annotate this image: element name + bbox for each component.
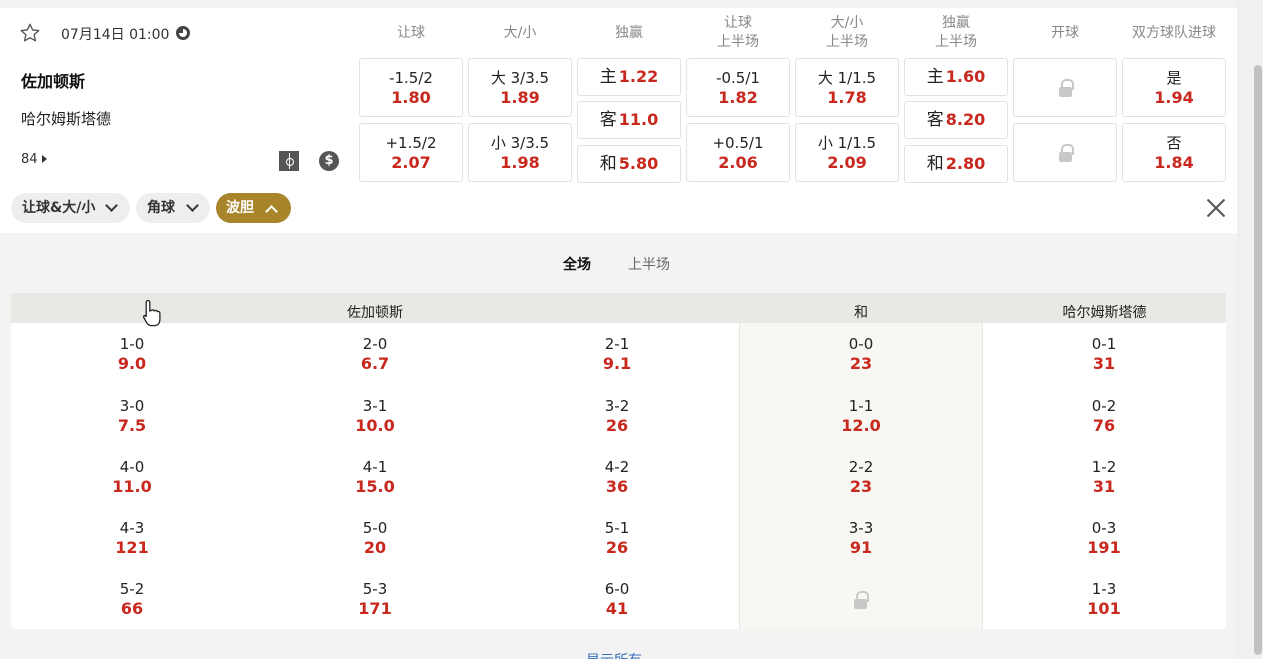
chevron-up-icon	[265, 205, 278, 218]
score-option[interactable]: 2-0 6.7	[315, 335, 435, 374]
score-option[interactable]: 4-1 15.0	[315, 458, 435, 497]
score-option[interactable]: 1-1 12.0	[801, 397, 921, 436]
score-option[interactable]: 0-3 191	[1044, 519, 1164, 558]
score-option[interactable]: 3-1 10.0	[315, 397, 435, 436]
score-option[interactable]: 4-3 121	[72, 519, 192, 558]
odds-button[interactable]: +1.5/2 2.07	[359, 123, 463, 182]
grid-header-away: 哈尔姆斯塔德	[1062, 305, 1147, 321]
score-option[interactable]: 0-1 31	[1044, 335, 1164, 374]
top-divider	[0, 0, 1237, 8]
scrollbar-thumb[interactable]	[1254, 65, 1262, 655]
col-header-handicap: 让球	[397, 25, 425, 41]
score-option[interactable]: 4-2 36	[557, 458, 677, 497]
col-header-kickoff: 开球	[1051, 25, 1079, 41]
home-team-name: 佐加顿斯	[21, 72, 86, 91]
col-header-1x2: 独赢	[615, 25, 643, 41]
score-option[interactable]: 1-2 31	[1044, 458, 1164, 497]
col-header-1x2-h1: 独赢 上半场	[935, 15, 977, 50]
lock-icon	[1059, 79, 1074, 97]
odds-button[interactable]: 否 1.84	[1122, 123, 1226, 182]
odds-button[interactable]: 大 3/3.5 1.89	[468, 58, 572, 117]
close-icon[interactable]	[1206, 198, 1226, 218]
score-option[interactable]: 1-3 101	[1044, 580, 1164, 619]
clock-icon	[176, 26, 190, 40]
score-option[interactable]: 0-0 23	[801, 335, 921, 374]
grid-header-draw: 和	[854, 305, 868, 321]
odds-button[interactable]: 小 1/1.5 2.09	[795, 123, 899, 182]
odds-button[interactable]: 主 1.22	[577, 58, 681, 96]
locked-odds-cell	[1013, 58, 1117, 117]
odds-button[interactable]: 客 8.20	[904, 101, 1008, 139]
hand-cursor-icon	[142, 299, 161, 327]
away-team-name: 哈尔姆斯塔德	[21, 110, 112, 128]
col-header-over-under: 大/小	[503, 25, 537, 41]
chevron-down-icon	[186, 199, 199, 212]
odds-button[interactable]: 是 1.94	[1122, 58, 1226, 117]
score-option[interactable]: 3-0 7.5	[72, 397, 192, 436]
odds-button[interactable]: +0.5/1 2.06	[686, 123, 790, 182]
score-option[interactable]: 2-1 9.1	[557, 335, 677, 374]
col-header-btts: 双方球队进球	[1132, 25, 1216, 41]
score-option[interactable]: 0-2 76	[1044, 397, 1164, 436]
lock-icon	[854, 591, 869, 609]
odds-button[interactable]: 和 5.80	[577, 145, 681, 183]
star-icon[interactable]	[19, 22, 41, 44]
odds-button[interactable]: 客 11.0	[577, 101, 681, 139]
score-option[interactable]: 1-0 9.0	[72, 335, 192, 374]
score-option[interactable]: 3-3 91	[801, 519, 921, 558]
odds-button[interactable]: 和 2.80	[904, 145, 1008, 183]
score-option[interactable]: 4-0 11.0	[72, 458, 192, 497]
score-option[interactable]: 5-3 171	[315, 580, 435, 619]
odds-button[interactable]: 小 3/3.5 1.98	[468, 123, 572, 182]
match-minute[interactable]: 84	[21, 152, 38, 167]
col-header-handicap-h1: 让球 上半场	[717, 15, 759, 50]
filter-handicap-ou[interactable]: 让球&大/小	[11, 193, 130, 223]
chevron-down-icon	[105, 199, 118, 212]
score-option[interactable]: 5-1 26	[557, 519, 677, 558]
score-option[interactable]: 5-2 66	[72, 580, 192, 619]
tab-full-time[interactable]: 全场	[563, 254, 591, 274]
tab-first-half[interactable]: 上半场	[628, 254, 670, 274]
locked-odds-cell	[1013, 123, 1117, 182]
filter-correct-score[interactable]: 波胆	[216, 193, 291, 223]
col-header-ou-h1: 大/小 上半场	[826, 15, 868, 50]
lock-icon	[1059, 144, 1074, 162]
odds-button[interactable]: 大 1/1.5 1.78	[795, 58, 899, 117]
pitch-icon[interactable]	[279, 151, 299, 171]
dollar-icon[interactable]: $	[319, 151, 339, 171]
odds-button[interactable]: -1.5/2 1.80	[359, 58, 463, 117]
score-option[interactable]: 2-2 23	[801, 458, 921, 497]
score-option[interactable]: 3-2 26	[557, 397, 677, 436]
score-option[interactable]: 6-0 41	[557, 580, 677, 619]
match-time: 07月14日 01:00	[61, 27, 170, 43]
score-option[interactable]: 5-0 20	[315, 519, 435, 558]
filter-corners[interactable]: 角球	[136, 193, 210, 223]
grid-header-home: 佐加顿斯	[347, 305, 403, 321]
odds-button[interactable]: -0.5/1 1.82	[686, 58, 790, 117]
show-all-link[interactable]: 显示所有	[586, 650, 642, 659]
play-arrow-icon[interactable]	[42, 155, 47, 163]
odds-button[interactable]: 主 1.60	[904, 58, 1008, 96]
